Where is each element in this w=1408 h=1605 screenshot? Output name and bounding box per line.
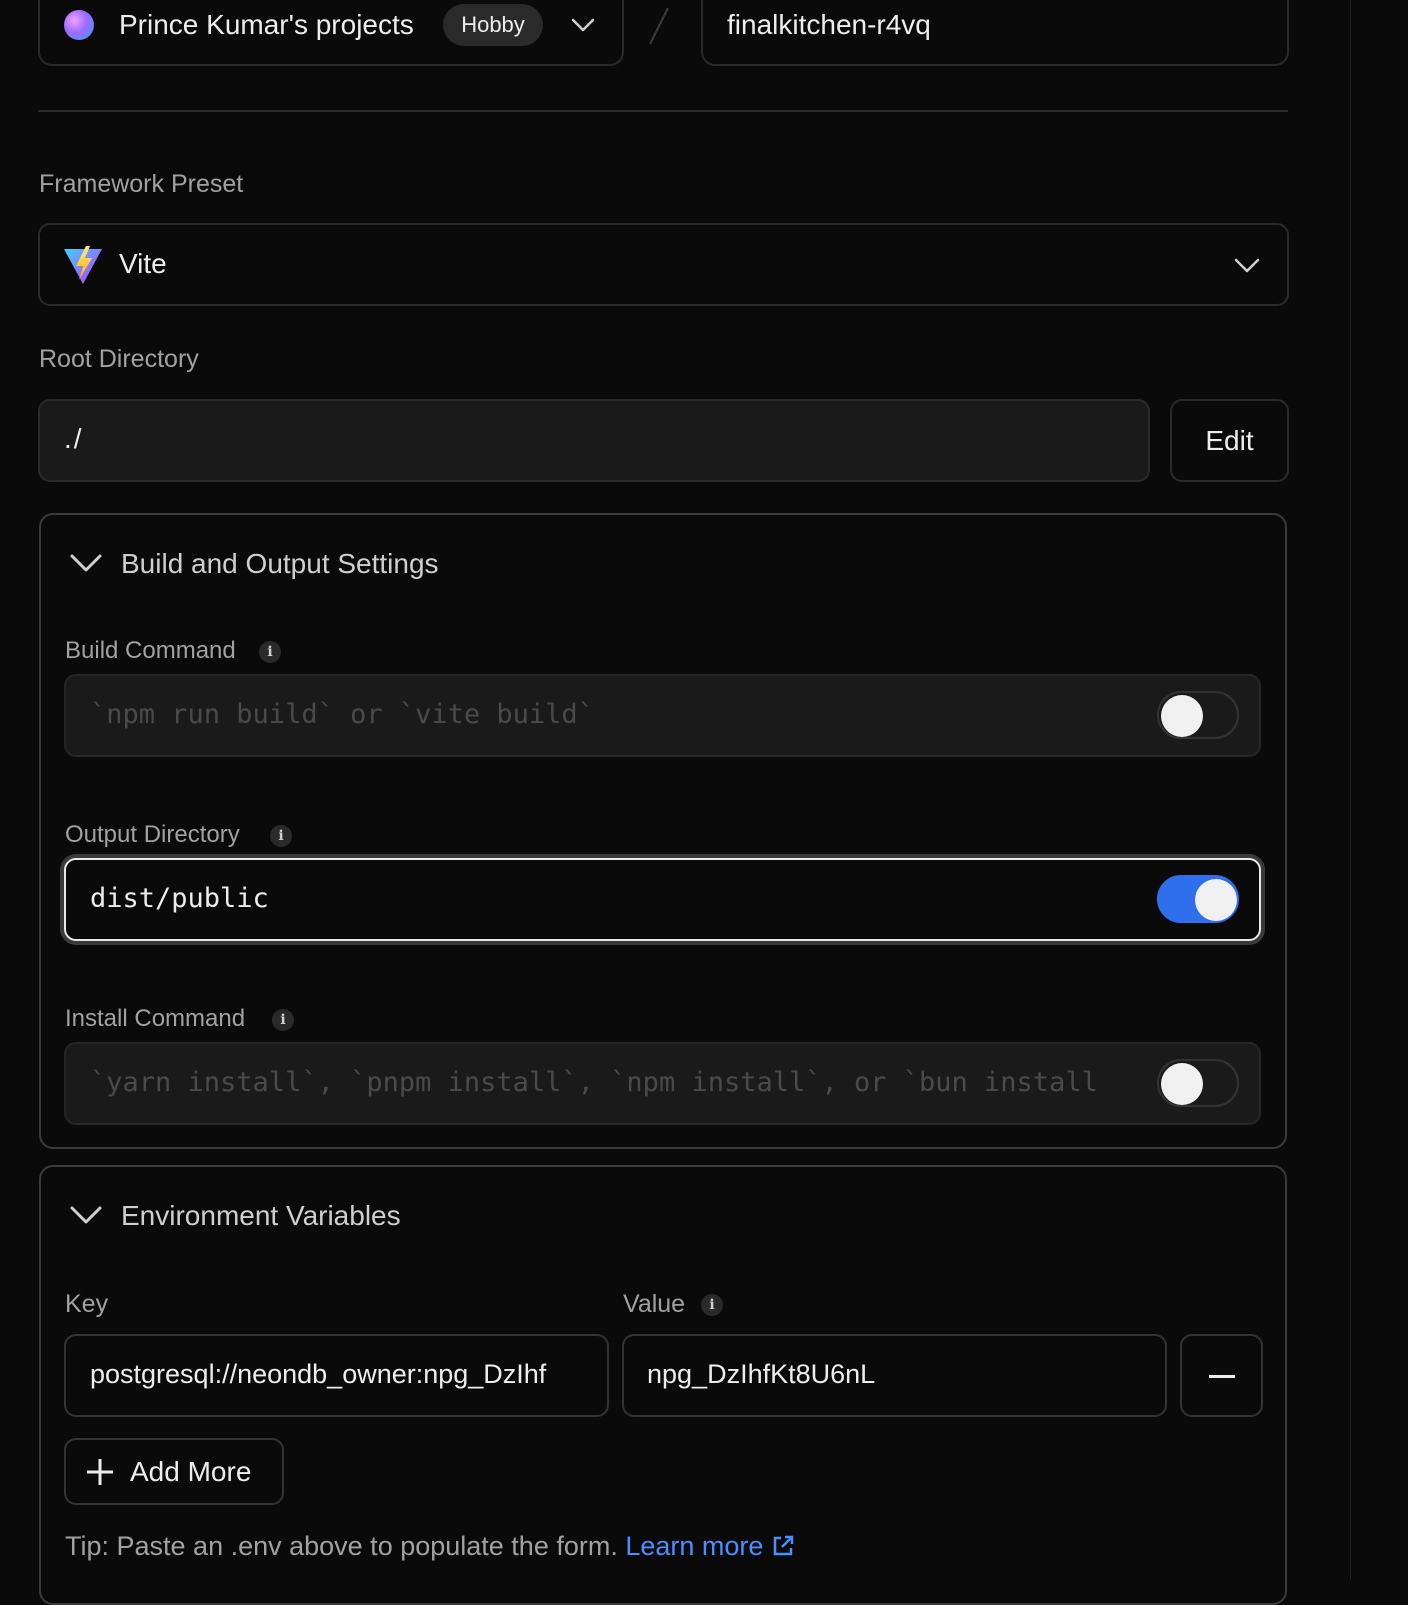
info-icon[interactable]: i — [701, 1294, 723, 1316]
chevron-down-icon[interactable] — [68, 1196, 104, 1232]
add-more-label: Add More — [130, 1455, 252, 1487]
slash-separator-icon — [649, 7, 669, 45]
team-avatar — [64, 10, 94, 40]
framework-preset-label: Framework Preset — [39, 170, 244, 198]
plus-icon — [87, 1458, 113, 1485]
root-directory-input — [38, 399, 1150, 482]
plan-badge: Hobby — [443, 4, 543, 46]
output-directory-value: dist/public — [90, 883, 269, 914]
build-output-settings-toggle[interactable]: Build and Output Settings — [121, 548, 439, 580]
install-command-placeholder: `yarn install`, `pnpm install`, `npm ins… — [90, 1067, 1098, 1098]
learn-more-label: Learn more — [625, 1531, 764, 1561]
env-value-value: npg_DzIhfKt8U6nL — [647, 1359, 876, 1389]
chevron-down-icon[interactable] — [68, 544, 104, 580]
env-value-label: Value — [623, 1290, 686, 1318]
env-tip: Tip: Paste an .env above to populate the… — [65, 1531, 795, 1562]
add-more-button[interactable]: Add More — [64, 1438, 284, 1505]
output-directory-label: Output Directory — [65, 821, 240, 848]
project-name-value: finalkitchen-r4vq — [727, 9, 931, 40]
install-command-override-toggle[interactable] — [1157, 1059, 1239, 1107]
framework-preset-select[interactable] — [38, 223, 1289, 306]
chevron-down-icon[interactable] — [568, 10, 598, 40]
toggle-knob — [1161, 1063, 1203, 1105]
right-rail-divider — [1350, 0, 1351, 1580]
toggle-knob — [1161, 695, 1203, 737]
toggle-knob — [1195, 879, 1237, 921]
root-directory-value: ./ — [64, 423, 84, 454]
install-command-label: Install Command — [65, 1005, 246, 1032]
vite-logo-icon — [64, 246, 102, 284]
build-command-override-toggle[interactable] — [1157, 691, 1239, 739]
external-link-icon — [773, 1535, 794, 1556]
root-directory-label: Root Directory — [39, 345, 199, 373]
env-key-label: Key — [65, 1290, 109, 1318]
tip-text: Tip: Paste an .env above to populate the… — [65, 1531, 618, 1561]
info-icon[interactable]: i — [272, 1009, 294, 1031]
minus-icon — [1209, 1375, 1235, 1378]
build-command-placeholder: `npm run build` or `vite build` — [90, 699, 594, 730]
team-name: Prince Kumar's projects — [119, 9, 414, 40]
env-key-value: postgresql://neondb_owner:npg_DzIhf — [90, 1359, 547, 1389]
output-directory-override-toggle[interactable] — [1157, 875, 1239, 923]
chevron-down-icon — [1234, 258, 1260, 273]
build-command-label: Build Command — [65, 637, 236, 664]
framework-preset-value: Vite — [119, 248, 167, 279]
info-icon[interactable]: i — [259, 641, 281, 663]
divider — [38, 110, 1288, 112]
remove-env-row-button[interactable] — [1180, 1334, 1263, 1417]
environment-variables-toggle[interactable]: Environment Variables — [121, 1200, 401, 1232]
edit-root-directory-button[interactable]: Edit — [1170, 399, 1289, 482]
info-icon[interactable]: i — [270, 825, 292, 847]
learn-more-link[interactable]: Learn more — [625, 1531, 795, 1561]
